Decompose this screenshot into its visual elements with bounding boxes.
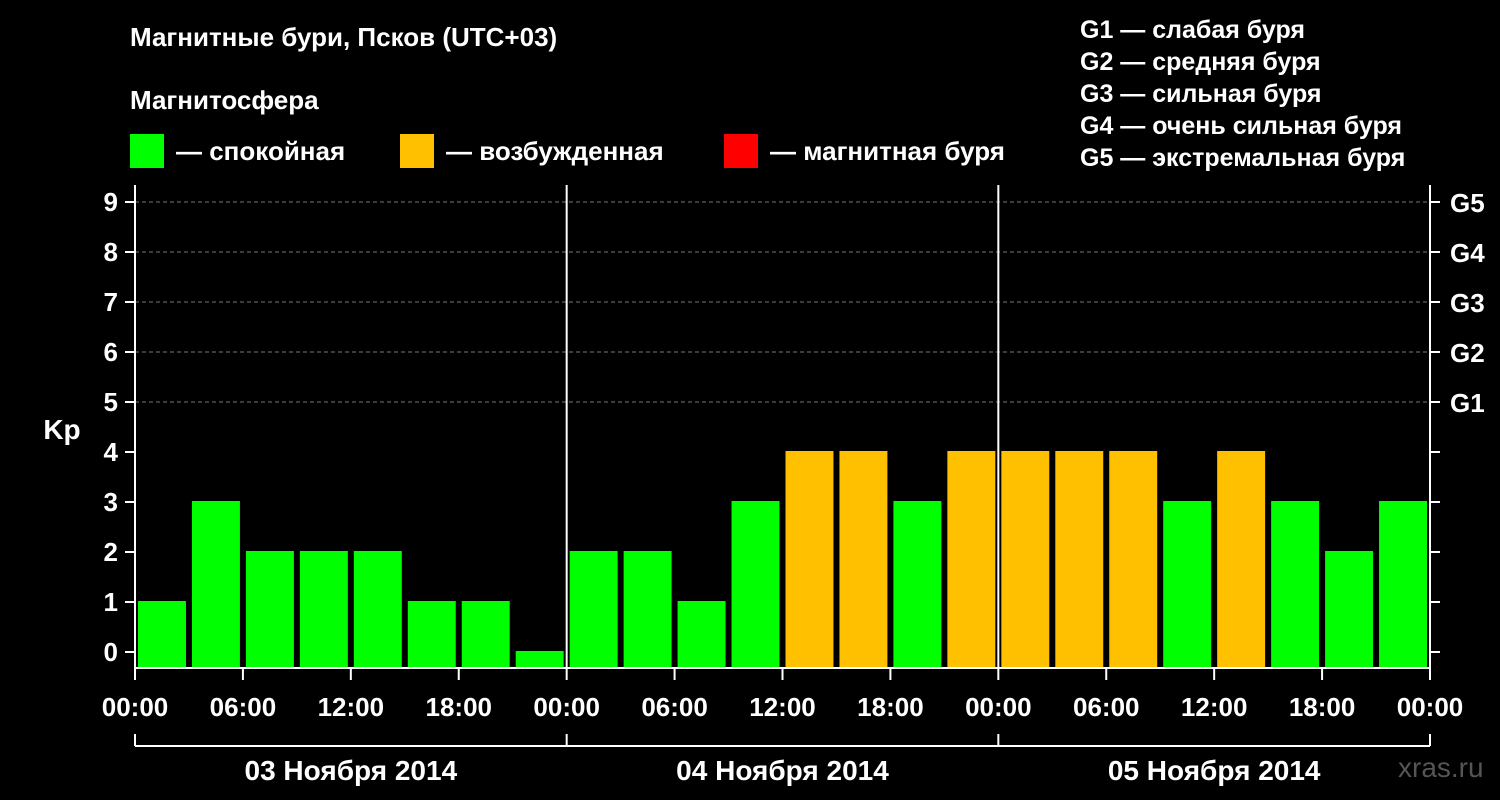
kp-bar bbox=[947, 451, 996, 668]
kp-bar bbox=[677, 601, 726, 668]
g-tick-label: G2 bbox=[1450, 338, 1485, 368]
y-tick-label: 3 bbox=[104, 487, 118, 517]
x-tick-label: 12:00 bbox=[318, 692, 385, 722]
g-tick-label: G3 bbox=[1450, 288, 1485, 318]
kp-bar bbox=[731, 501, 780, 668]
kp-bar bbox=[138, 601, 186, 668]
kp-bar bbox=[299, 551, 348, 668]
x-tick-label: 00:00 bbox=[102, 692, 169, 722]
y-tick-label: 0 bbox=[104, 637, 118, 667]
x-tick-label: 06:00 bbox=[641, 692, 708, 722]
g-tick-label: G4 bbox=[1450, 238, 1485, 268]
g-tick-label: G1 bbox=[1450, 388, 1485, 418]
day-label: 05 Ноября 2014 bbox=[1108, 755, 1321, 786]
x-tick-label: 06:00 bbox=[1073, 692, 1140, 722]
x-tick-label: 00:00 bbox=[965, 692, 1032, 722]
kp-bar bbox=[1109, 451, 1158, 668]
x-tick-label: 00:00 bbox=[1397, 692, 1464, 722]
kp-bar bbox=[407, 601, 456, 668]
y-tick-label: 9 bbox=[104, 187, 118, 217]
y-tick-label: 4 bbox=[104, 437, 119, 467]
y-tick-label: 5 bbox=[104, 387, 118, 417]
kp-bar bbox=[245, 551, 294, 668]
kp-bar bbox=[1055, 451, 1104, 668]
kp-bar bbox=[1001, 451, 1050, 668]
kp-bar bbox=[353, 551, 402, 668]
y-tick-label: 1 bbox=[104, 587, 118, 617]
kp-bar bbox=[623, 551, 672, 668]
kp-bar bbox=[1217, 451, 1266, 668]
y-tick-label: 8 bbox=[104, 237, 118, 267]
kp-bar bbox=[839, 451, 888, 668]
day-label: 04 Ноября 2014 bbox=[676, 755, 889, 786]
x-tick-label: 06:00 bbox=[210, 692, 277, 722]
x-tick-label: 18:00 bbox=[857, 692, 924, 722]
x-tick-label: 12:00 bbox=[1181, 692, 1248, 722]
kp-bar bbox=[893, 501, 942, 668]
x-tick-label: 18:00 bbox=[426, 692, 493, 722]
x-tick-label: 18:00 bbox=[1289, 692, 1356, 722]
g-tick-label: G5 bbox=[1450, 188, 1485, 218]
watermark: xras.ru bbox=[1398, 752, 1484, 783]
y-axis-label: Kp bbox=[43, 414, 80, 445]
kp-bar bbox=[515, 651, 564, 668]
day-label: 03 Ноября 2014 bbox=[245, 755, 458, 786]
kp-chart: 0 1 2 3 4 5 6 7 8 9 G1 G2 G3 G4 G5 Kp 00:00 06:00 12:00 18:… bbox=[43, 185, 1485, 786]
kp-bar bbox=[1379, 501, 1427, 668]
kp-bar bbox=[1163, 501, 1212, 668]
kp-bar bbox=[785, 451, 834, 668]
kp-bar bbox=[461, 601, 510, 668]
kp-bar bbox=[191, 501, 240, 668]
kp-bar bbox=[569, 551, 618, 668]
kp-bar bbox=[1271, 501, 1320, 668]
y-tick-label: 6 bbox=[104, 337, 118, 367]
y-tick-label: 2 bbox=[104, 537, 118, 567]
y-tick-label: 7 bbox=[104, 287, 118, 317]
x-tick-label: 12:00 bbox=[749, 692, 816, 722]
kp-bar bbox=[1325, 551, 1374, 668]
x-tick-label: 00:00 bbox=[533, 692, 600, 722]
